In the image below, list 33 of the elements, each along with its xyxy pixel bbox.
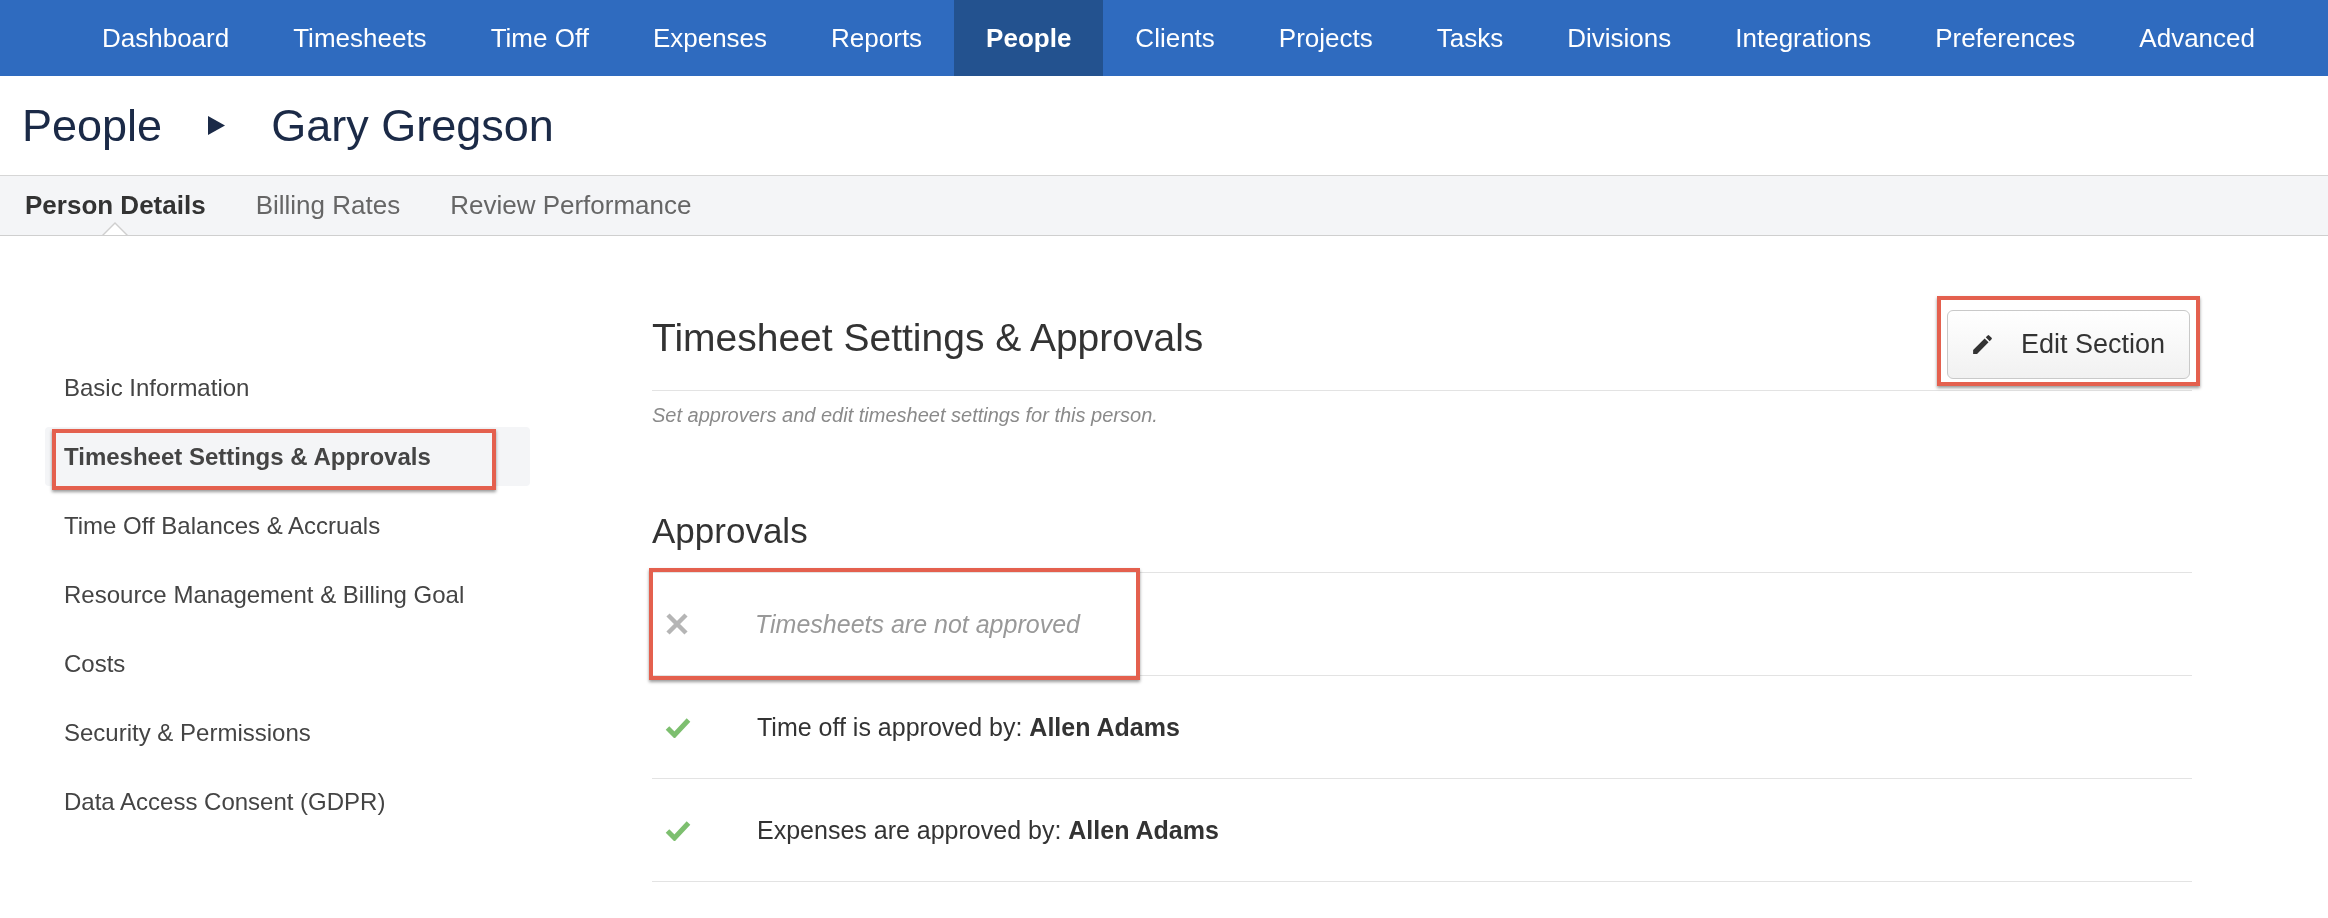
sub-tab[interactable]: Person Details xyxy=(0,176,231,235)
approval-text: Time off is approved by: Allen Adams xyxy=(757,712,1180,742)
triangle-icon xyxy=(208,116,226,135)
nav-tab[interactable]: People xyxy=(954,0,1104,76)
section-description: Set approvers and edit timesheet settings for this person. xyxy=(652,403,1159,427)
nav-tab[interactable]: Preferences xyxy=(1903,0,2108,76)
nav-tab[interactable]: Divisions xyxy=(1535,0,1704,76)
nav-tab[interactable]: Tasks xyxy=(1404,0,1536,76)
nav-tab[interactable]: Projects xyxy=(1246,0,1405,76)
approval-text: Timesheets are not approved xyxy=(755,609,1080,639)
nav-tab[interactable]: Integrations xyxy=(1703,0,1904,76)
nav-tab[interactable]: Dashboard xyxy=(70,0,262,76)
nav-tab[interactable]: Expenses xyxy=(620,0,800,76)
page-title: Gary Gregson xyxy=(271,99,554,152)
sidebar-item[interactable]: Timesheet Settings & Approvals xyxy=(45,427,530,486)
sub-tab[interactable]: Review Performance xyxy=(425,176,717,235)
sidebar-item[interactable]: Time Off Balances & Accruals xyxy=(45,496,530,555)
sidebar-item[interactable]: Costs xyxy=(45,634,530,693)
sidebar-item[interactable]: Resource Management & Billing Goal xyxy=(45,565,530,624)
sidebar-item[interactable]: Data Access Consent (GDPR) xyxy=(45,772,530,831)
nav-tab[interactable]: Advanced xyxy=(2107,0,2287,76)
nav-tab[interactable]: Time Off xyxy=(458,0,621,76)
nav-tab[interactable]: Clients xyxy=(1103,0,1247,76)
approval-text: Expenses are approved by: Allen Adams xyxy=(757,815,1219,845)
sub-tab[interactable]: Billing Rates xyxy=(230,176,426,235)
section-heading: Approvals xyxy=(652,511,809,551)
edit-section-button[interactable]: Edit Section xyxy=(1946,310,2190,379)
nav-tab[interactable]: Timesheets xyxy=(261,0,459,76)
section-title: Timesheet Settings & Approvals xyxy=(652,315,1204,361)
sidebar-item[interactable]: Security & Permissions xyxy=(45,703,530,762)
nav-tab[interactable]: Reports xyxy=(799,0,955,76)
breadcrumb-link[interactable]: People xyxy=(22,99,163,152)
sidebar-item[interactable]: Basic Information xyxy=(45,358,530,417)
